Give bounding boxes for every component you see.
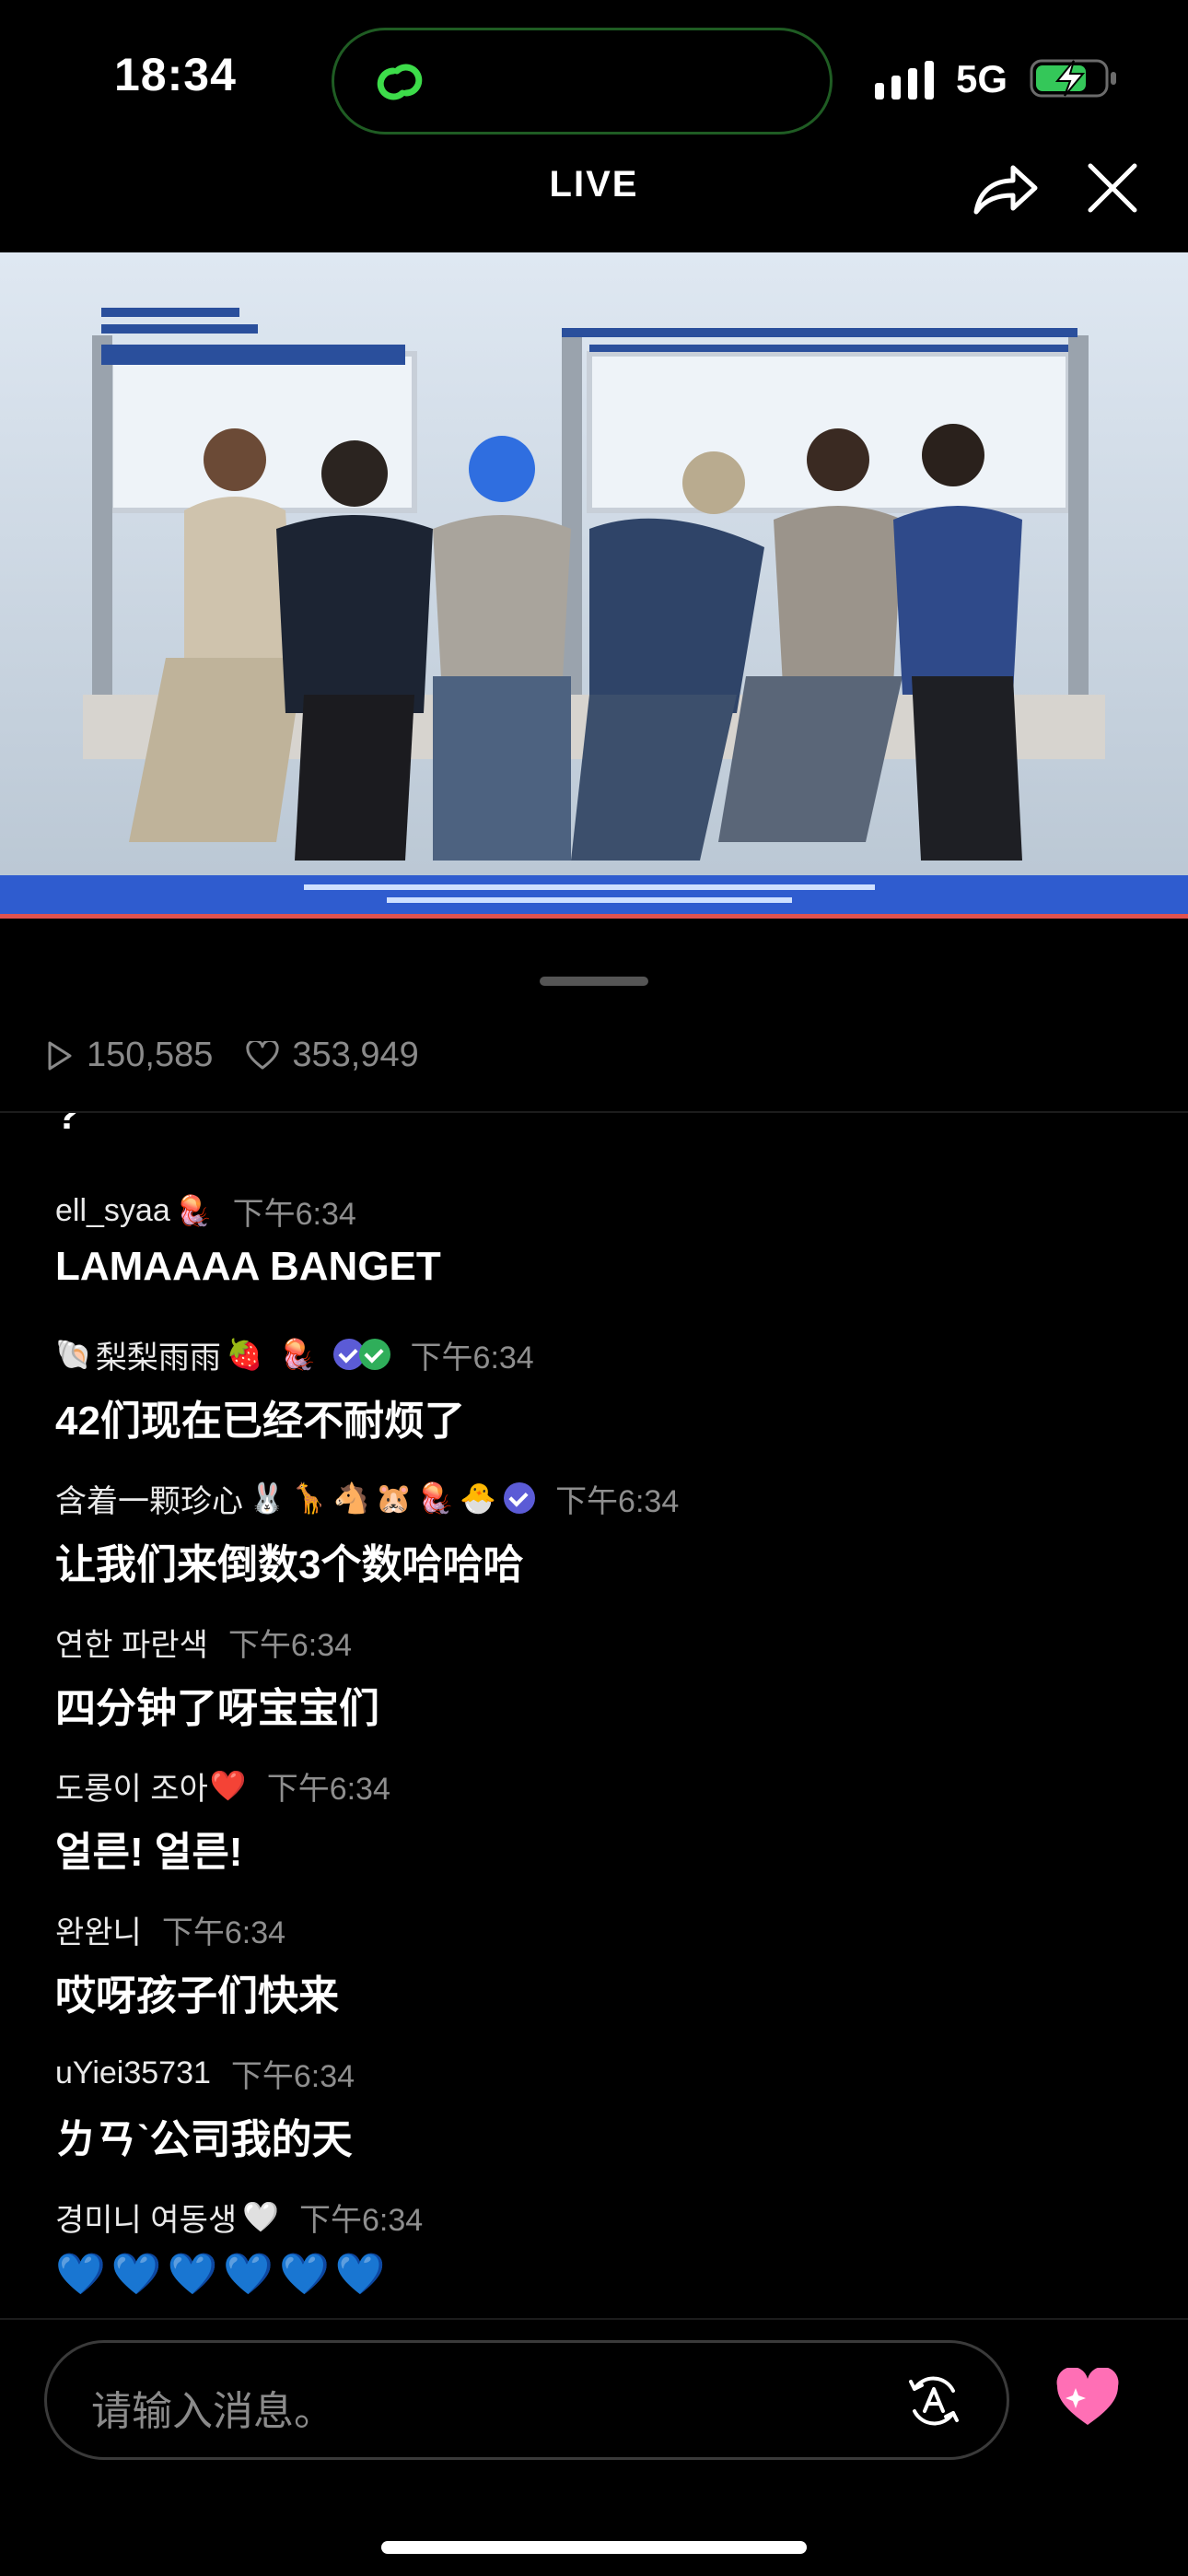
chat-username[interactable]: 含着一颗珍心 (55, 1476, 243, 1521)
horse-badge-icon: 🐴 (332, 1481, 370, 1515)
chat-timestamp: 下午6:34 (298, 2202, 424, 2238)
chat-text: 哎呀孩子们快来 (55, 1973, 339, 2019)
heart-outline-icon (246, 1040, 279, 1069)
verified-badge-icon (504, 1482, 536, 1514)
jellyfish-badge-icon: 🪼 (175, 1194, 213, 1227)
chat-timestamp: 下午6:34 (161, 1914, 286, 1950)
chat-text: 让我们来倒数3个数哈哈哈 (55, 1542, 524, 1587)
chat-message-partial: ? (55, 1113, 80, 1138)
chat-message: uYiei35731 下午6:34 ㄌㄢˋ公司我的天 (55, 2053, 355, 2165)
translate-icon[interactable] (905, 2372, 962, 2430)
chat-text: LAMAAAA BANGET (55, 1244, 441, 1289)
video-frame (0, 252, 1188, 914)
white-heart-badge-icon: 🤍 (242, 2200, 279, 2233)
view-count: 150,585 (87, 1036, 214, 1074)
network-type: 5G (956, 57, 1008, 100)
chat-timestamp: 下午6:34 (410, 1340, 534, 1376)
chat-text: 💙💙💙💙💙💙 (55, 2252, 391, 2297)
chat-message: 연한 파란색 下午6:34 四分钟了呀宝宝们 (55, 1622, 379, 1734)
chat-list[interactable]: ? ell_syaa 🪼 下午6:34 LAMAAAA BANGET 🐚 梨梨雨… (0, 1113, 1188, 2318)
chat-username[interactable]: 연한 파란색 (55, 1620, 208, 1665)
chat-message: 含着一颗珍心 🐰 🦒 🐴 🐹 🪼 🐣 下午6:34 让我们来倒数3个数哈哈哈 (55, 1478, 679, 1590)
home-indicator (381, 2541, 807, 2554)
play-icon (48, 1041, 72, 1070)
close-icon[interactable] (1085, 160, 1140, 216)
drag-handle[interactable] (540, 977, 648, 986)
message-input[interactable]: 请输入消息。 (44, 2340, 1009, 2460)
status-time: 18:34 (114, 49, 237, 100)
video-progress-bar (0, 914, 1188, 919)
hamster-badge-icon: 🐹 (375, 1481, 413, 1515)
chat-timestamp: 下午6:34 (227, 1627, 353, 1663)
chick-badge-icon: 🐣 (460, 1481, 497, 1515)
giraffe-badge-icon: 🦒 (290, 1481, 328, 1515)
message-input-placeholder: 请输入消息。 (91, 2389, 334, 2434)
rabbit-badge-icon: 🐰 (249, 1481, 285, 1515)
jellyfish-badge-icon: 🪼 (279, 1338, 317, 1371)
chat-username[interactable]: 梨梨雨雨 (96, 1332, 221, 1377)
chat-message: 도롱이 조아 ❤️ 下午6:34 얼른! 얼른! (55, 1765, 390, 1878)
chat-username[interactable]: uYiei35731 (55, 2055, 211, 2091)
share-icon[interactable] (971, 158, 1039, 217)
link-app-icon (377, 64, 423, 100)
chat-message: 완완니 下午6:34 哎呀孩子们快来 (55, 1909, 339, 2021)
shell-icon: 🐚 (55, 1338, 92, 1371)
chat-message: 경미니 여동생 🤍 下午6:34 💙💙💙💙💙💙 (55, 2196, 423, 2298)
live-stats: 150,585 353,949 (46, 1036, 419, 1075)
chat-text: 얼른! 얼른! (55, 1830, 243, 1875)
chat-username[interactable]: ell_syaa (55, 1193, 170, 1229)
chat-text: ㄌㄢˋ公司我的天 (55, 2117, 353, 2162)
chat-text: 42们现在已经不耐烦了 (55, 1399, 465, 1444)
chat-timestamp: 下午6:34 (230, 2058, 355, 2094)
chat-username[interactable]: 도롱이 조아 (55, 1763, 208, 1809)
verified-badge-icon (358, 1339, 390, 1370)
strawberry-badge-icon: 🍓 (226, 1338, 263, 1371)
dynamic-island (332, 28, 833, 135)
divider (0, 2318, 1188, 2320)
jellyfish-badge-icon: 🪼 (417, 1481, 455, 1515)
battery-charging-icon (1030, 59, 1116, 98)
chat-message: 🐚 梨梨雨雨 🍓 🪼 下午6:34 42们现在已经不耐烦了 (55, 1334, 534, 1446)
like-count: 353,949 (292, 1036, 419, 1074)
live-video-player[interactable] (0, 252, 1188, 914)
chat-message: ell_syaa 🪼 下午6:34 LAMAAAA BANGET (55, 1190, 441, 1290)
chat-text: 四分钟了呀宝宝们 (55, 1686, 379, 1731)
chat-timestamp: 下午6:34 (232, 1196, 356, 1232)
chat-username[interactable]: 경미니 여동생 (55, 2195, 237, 2240)
chat-timestamp: 下午6:34 (555, 1483, 680, 1519)
signal-icon (875, 61, 934, 100)
send-heart-icon[interactable] (1055, 2368, 1120, 2429)
chat-timestamp: 下午6:34 (266, 1771, 390, 1807)
red-heart-badge-icon: ❤️ (209, 1769, 247, 1802)
chat-username[interactable]: 완완니 (55, 1907, 142, 1952)
